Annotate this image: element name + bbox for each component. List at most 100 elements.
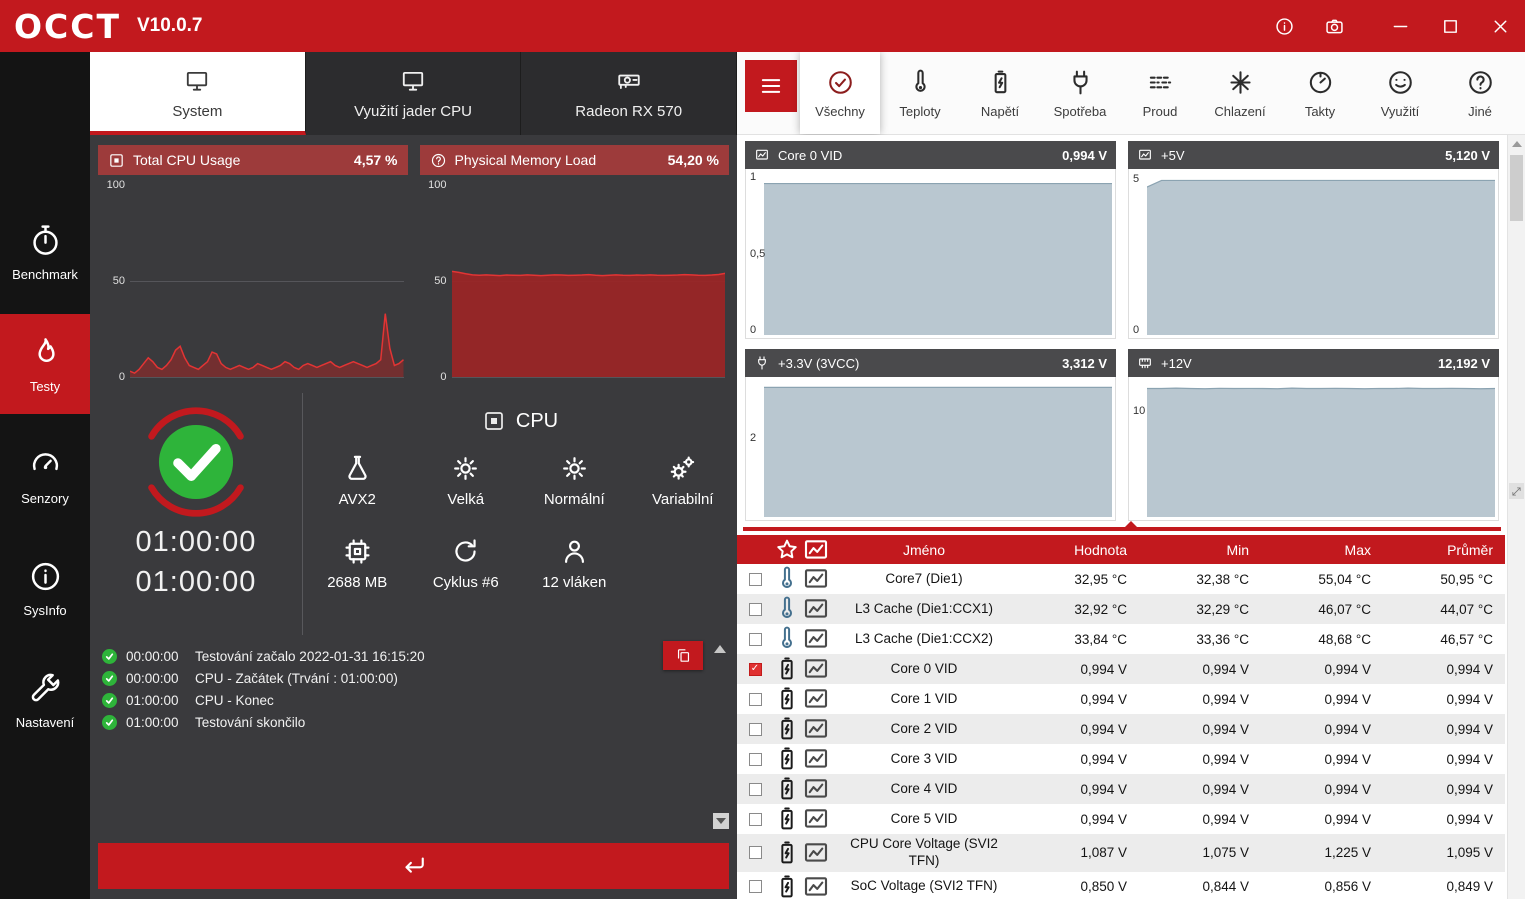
test-params: AVX2VelkáNormálníVariabilní 2688 MB Cyklus…	[303, 453, 737, 591]
graph-icon	[801, 714, 831, 744]
filter-využití[interactable]: Využití	[1360, 52, 1440, 134]
occt-window: OCCT V10.0.7 BenchmarkTestySenzorySysInf…	[0, 0, 1525, 899]
filter-proud[interactable]: Proud	[1120, 52, 1200, 134]
chart-expand-button[interactable]	[1509, 483, 1524, 499]
menu-button[interactable]	[745, 60, 797, 112]
run-test-button[interactable]	[98, 843, 729, 889]
sensor-chart-plot: 10,50	[745, 169, 1116, 339]
info-icon	[28, 559, 63, 594]
test-param-label: 2688 MB	[327, 574, 387, 591]
test-param-2688-mb[interactable]: 2688 MB	[303, 536, 412, 591]
filter-napětí[interactable]: Napětí	[960, 52, 1040, 134]
graph-icon	[801, 838, 831, 868]
screenshot-button[interactable]	[1309, 0, 1359, 52]
sensor-row[interactable]: Core 1 VID0,994 V0,994 V0,994 V0,994 V	[737, 684, 1505, 714]
sensor-graph-checkbox[interactable]	[749, 783, 762, 796]
chart-plot-area: 100500	[420, 175, 730, 387]
sensor-graph-checkbox[interactable]	[749, 603, 762, 616]
info-icon	[1274, 16, 1295, 37]
sensor-graph-checkbox[interactable]	[749, 846, 762, 859]
graph-icon	[801, 624, 831, 654]
test-success-gauge	[139, 405, 253, 519]
log-scroll-up-arrow[interactable]	[714, 645, 726, 653]
sidebar-item-benchmark[interactable]: Benchmark	[0, 202, 90, 302]
filter-label: Jiné	[1468, 104, 1492, 119]
sensor-graph-checkbox[interactable]	[749, 663, 762, 676]
filter-label: Chlazení	[1214, 104, 1265, 119]
filter-jiné[interactable]: Jiné	[1440, 52, 1520, 134]
sensor-graph-checkbox[interactable]	[749, 693, 762, 706]
filter-všechny[interactable]: Všechny	[800, 52, 880, 134]
test-param-variabiln-[interactable]: Variabilní	[629, 453, 738, 508]
sensor-name: Core7 (Die1)	[831, 569, 1017, 590]
sensor-row[interactable]: Core 4 VID0,994 V0,994 V0,994 V0,994 V	[737, 774, 1505, 804]
sensor-row[interactable]: Core 3 VID0,994 V0,994 V0,994 V0,994 V	[737, 744, 1505, 774]
sensor-row[interactable]: L3 Cache (Die1:CCX1)32,92 °C32,29 °C46,0…	[737, 594, 1505, 624]
sidebar-item-nastaveni[interactable]: Nastavení	[0, 650, 90, 750]
filter-takty[interactable]: Takty	[1280, 52, 1360, 134]
info-button[interactable]	[1259, 0, 1309, 52]
sensor-graph-checkbox[interactable]	[749, 723, 762, 736]
sensor-name: Core 5 VID	[831, 809, 1017, 830]
sensor-graph-checkbox[interactable]	[749, 633, 762, 646]
sidebar-item-sysinfo[interactable]: SysInfo	[0, 538, 90, 638]
tab-vyu-it-jader-cpu[interactable]: Využití jader CPU	[306, 52, 522, 135]
sensor-graph-checkbox[interactable]	[749, 753, 762, 766]
star-icon[interactable]	[773, 536, 801, 564]
test-param-avx2[interactable]: AVX2	[303, 453, 412, 508]
col-max[interactable]: Max	[1261, 542, 1383, 558]
question-icon	[430, 152, 447, 169]
filter-spotřeba[interactable]: Spotřeba	[1040, 52, 1120, 134]
col-avg[interactable]: Průměr	[1383, 542, 1505, 558]
filter-teploty[interactable]: Teploty	[880, 52, 960, 134]
maximize-button[interactable]	[1425, 0, 1475, 52]
sensor-chart-header: +3.3V (3VCC)3,312 V	[745, 349, 1116, 377]
voltage-icon	[773, 685, 801, 713]
sensor-row[interactable]: Core 0 VID0,994 V0,994 V0,994 V0,994 V	[737, 654, 1505, 684]
log-lines: 00:00:00Testování začalo 2022-01-31 16:1…	[102, 645, 691, 733]
tab-system[interactable]: System	[90, 52, 306, 135]
scrollbar-thumb[interactable]	[1510, 155, 1523, 221]
close-button[interactable]	[1475, 0, 1525, 52]
panel-splitter[interactable]	[737, 521, 1525, 535]
sensor-value: 0,994 V	[1017, 662, 1139, 677]
test-param-velk-[interactable]: Velká	[412, 453, 521, 508]
sensor-row[interactable]: Core 2 VID0,994 V0,994 V0,994 V0,994 V	[737, 714, 1505, 744]
sensor-min: 0,994 V	[1139, 722, 1261, 737]
tab-radeon-rx-570[interactable]: Radeon RX 570	[521, 52, 737, 135]
col-value[interactable]: Hodnota	[1017, 542, 1139, 558]
graph-icon	[801, 594, 831, 624]
sensor-chart-plot: 2	[745, 377, 1116, 521]
table-header: Jméno Hodnota Min Max Průměr	[737, 535, 1505, 564]
copy-log-button[interactable]	[663, 641, 703, 670]
test-param-norm-ln-[interactable]: Normální	[520, 453, 629, 508]
sensor-graph-checkbox[interactable]	[749, 813, 762, 826]
sensor-row[interactable]: SoC Voltage (SVI2 TFN)0,850 V0,844 V0,85…	[737, 872, 1505, 899]
sensor-avg: 0,994 V	[1383, 662, 1505, 677]
sensor-name: Core 2 VID	[831, 719, 1017, 740]
scroll-up-arrow[interactable]	[1508, 137, 1525, 151]
voltage-icon	[773, 839, 801, 867]
flame-icon	[28, 335, 63, 370]
person-icon	[559, 536, 590, 567]
log-scroll-down-button[interactable]	[713, 813, 729, 829]
sensor-graph-checkbox[interactable]	[749, 573, 762, 586]
minimize-button[interactable]	[1375, 0, 1425, 52]
sidebar-item-testy[interactable]: Testy	[0, 314, 90, 414]
sensor-avg: 0,849 V	[1383, 879, 1505, 894]
monitor-icon[interactable]	[801, 535, 831, 565]
test-param-cyklus-6[interactable]: Cyklus #6	[412, 536, 521, 591]
vertical-scrollbar[interactable]	[1507, 135, 1525, 899]
sensor-row[interactable]: Core7 (Die1)32,95 °C32,38 °C55,04 °C50,9…	[737, 564, 1505, 594]
sidebar-item-senzory[interactable]: Senzory	[0, 426, 90, 526]
graph-icon	[801, 804, 831, 834]
sensor-row[interactable]: Core 5 VID0,994 V0,994 V0,994 V0,994 V	[737, 804, 1505, 834]
sensor-row[interactable]: CPU Core Voltage (SVI2 TFN)1,087 V1,075 …	[737, 834, 1505, 872]
col-name[interactable]: Jméno	[831, 542, 1017, 558]
col-min[interactable]: Min	[1139, 542, 1261, 558]
usage-chart: Physical Memory Load54,20 %100500	[420, 145, 730, 387]
test-param-12-vl-ken[interactable]: 12 vláken	[520, 536, 629, 591]
sensor-row[interactable]: L3 Cache (Die1:CCX2)33,84 °C33,36 °C48,6…	[737, 624, 1505, 654]
filter-chlazení[interactable]: Chlazení	[1200, 52, 1280, 134]
sensor-graph-checkbox[interactable]	[749, 880, 762, 893]
